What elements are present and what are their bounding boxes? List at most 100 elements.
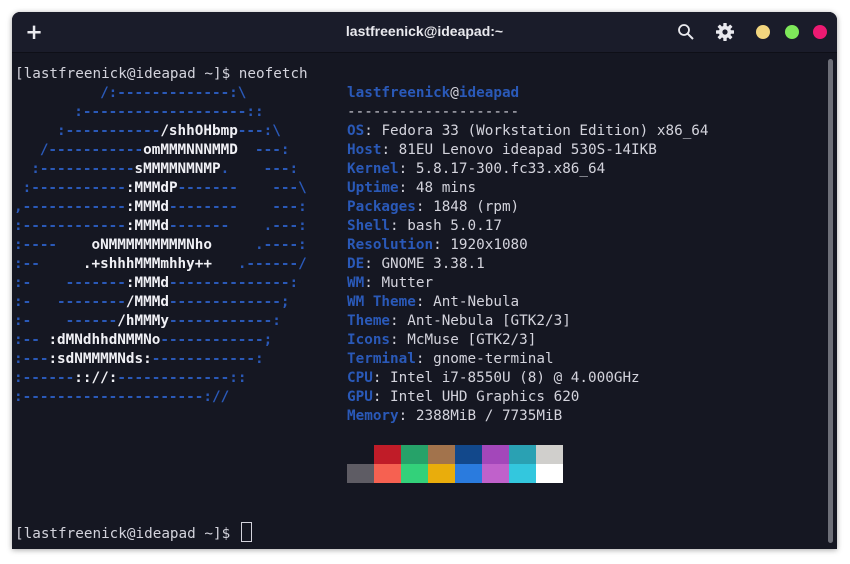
- logo-segment: :sdNMMMMNds:: [48, 351, 152, 367]
- logo-segment: :---: [14, 351, 49, 367]
- info-row: WM: Mutter: [347, 274, 433, 293]
- info-value: GNOME 3.38.1: [381, 256, 485, 272]
- logo-segment: :--: [14, 332, 49, 348]
- logo-segment: :MMMd: [125, 275, 169, 291]
- logo-line: :-------------------::: [14, 103, 264, 122]
- logo-line: :-----------:MMMdP------- ---\: [14, 179, 307, 198]
- logo-segment: :MMMdP: [125, 180, 178, 196]
- info-key: OS: [347, 123, 365, 139]
- info-key: Terminal: [347, 351, 416, 367]
- info-key: GPU: [347, 389, 373, 405]
- info-user: lastfreenick: [347, 85, 451, 101]
- logo-segment: /MMMd: [125, 294, 169, 310]
- color-swatch: [347, 445, 374, 464]
- info-key: Shell: [347, 218, 391, 234]
- color-swatch: [347, 464, 374, 483]
- color-swatch: [374, 445, 401, 464]
- logo-segment: sMMMMNMNMP: [134, 161, 221, 177]
- terminal-output[interactable]: [lastfreenick@ideapad ~]$ neofetch /:---…: [12, 53, 822, 549]
- info-key: Uptime: [347, 180, 399, 196]
- logo-line: :- --------/MMMd-------------;: [14, 293, 289, 312]
- logo-segment: :MMMd: [125, 218, 169, 234]
- info-key: WM: [347, 275, 365, 291]
- color-swatch: [401, 445, 428, 464]
- logo-segment: :------: [14, 370, 75, 386]
- logo-segment: :-------------------::: [14, 104, 264, 120]
- info-colon: :: [398, 180, 416, 196]
- info-colon: :: [390, 332, 408, 348]
- info-colon: :: [390, 218, 408, 234]
- logo-segment: :-----------: [14, 180, 126, 196]
- logo-segment: :dMNdhhdNMMNo: [48, 332, 161, 348]
- info-value: 1920x1080: [450, 237, 528, 253]
- logo-line: /:-------------:\: [14, 84, 246, 103]
- logo-segment: /shhOHbmp: [160, 123, 238, 139]
- info-value: Ant-Nebula [GTK2/3]: [407, 313, 571, 329]
- logo-line: :-- .+shhhMMMmhhy++ .------/: [14, 255, 307, 274]
- scrollbar-thumb[interactable]: [828, 59, 833, 543]
- logo-segment: :-----------: [14, 123, 161, 139]
- info-row: Kernel: 5.8.17-300.fc33.x86_64: [347, 160, 605, 179]
- gear-icon: [716, 23, 734, 41]
- info-colon: :: [364, 275, 382, 291]
- maximize-button[interactable]: [785, 25, 799, 39]
- info-row: OS: Fedora 33 (Workstation Edition) x86_…: [347, 122, 709, 141]
- color-swatch: [536, 445, 563, 464]
- info-value: gnome-terminal: [433, 351, 554, 367]
- logo-segment: .------/: [212, 256, 307, 272]
- logo-segment: ------------;: [160, 332, 273, 348]
- info-value: Mutter: [381, 275, 434, 291]
- info-colon: :: [364, 123, 382, 139]
- search-button[interactable]: [677, 23, 695, 41]
- logo-line: ,------------:MMMd-------- ---:: [14, 198, 307, 217]
- text-cursor: [240, 522, 252, 542]
- info-colon: :: [381, 142, 399, 158]
- logo-segment: .----:: [211, 237, 307, 253]
- color-swatch: [401, 464, 428, 483]
- logo-segment: :MMMd: [125, 199, 169, 215]
- color-swatch: [455, 464, 482, 483]
- info-at: @: [450, 85, 459, 101]
- logo-segment: oNMMMMMMMMMNho: [91, 237, 212, 253]
- logo-segment: ------------:: [168, 313, 281, 329]
- info-value: 81EU Lenovo ideapad 530S-14IKB: [398, 142, 657, 158]
- close-button[interactable]: [813, 25, 827, 39]
- info-colon: :: [415, 199, 434, 215]
- info-key: Icons: [347, 332, 391, 348]
- info-row: Shell: bash 5.0.17: [347, 217, 502, 236]
- info-key: DE: [347, 256, 365, 272]
- minimize-button[interactable]: [756, 25, 770, 39]
- logo-segment: ---:: [237, 142, 290, 158]
- menu-button[interactable]: [715, 22, 735, 42]
- info-header: lastfreenick@ideapad: [347, 84, 519, 103]
- logo-segment: . ---:: [220, 161, 299, 177]
- info-key: Packages: [347, 199, 416, 215]
- info-value: Ant-Nebula: [433, 294, 520, 310]
- logo-segment: ---:\: [237, 123, 281, 139]
- info-row: Packages: 1848 (rpm): [347, 198, 519, 217]
- logo-segment: ------------:: [151, 351, 264, 367]
- logo-segment: :- -------: [14, 275, 126, 291]
- info-value: 1848 (rpm): [433, 199, 520, 215]
- logo-line: :---- oNMMMMMMMMMNho .----:: [14, 236, 307, 255]
- color-swatch: [536, 464, 563, 483]
- vertical-scrollbar[interactable]: [824, 53, 837, 549]
- color-swatch: [455, 445, 482, 464]
- info-colon: :: [390, 313, 408, 329]
- logo-line: :-- :dMNdhhdNMMNo------------;: [14, 331, 272, 350]
- active-prompt-text: [lastfreenick@ideapad ~]$: [15, 526, 239, 542]
- info-colon: :: [415, 351, 434, 367]
- info-value: 48 mins: [415, 180, 477, 196]
- logo-segment: /:-------------:\: [14, 85, 247, 101]
- logo-segment: --------------:: [168, 275, 299, 291]
- info-row: WM Theme: Ant-Nebula: [347, 293, 519, 312]
- info-key: CPU: [347, 370, 373, 386]
- info-colon: :: [398, 408, 416, 424]
- logo-line: :-----------/shhOHbmp---:\: [14, 122, 281, 141]
- info-colon: :: [372, 370, 391, 386]
- info-colon: :: [398, 161, 416, 177]
- info-row: Uptime: 48 mins: [347, 179, 476, 198]
- info-value: Intel i7-8550U (8) @ 4.000GHz: [390, 370, 640, 386]
- info-row: Resolution: 1920x1080: [347, 236, 528, 255]
- color-swatch: [509, 445, 536, 464]
